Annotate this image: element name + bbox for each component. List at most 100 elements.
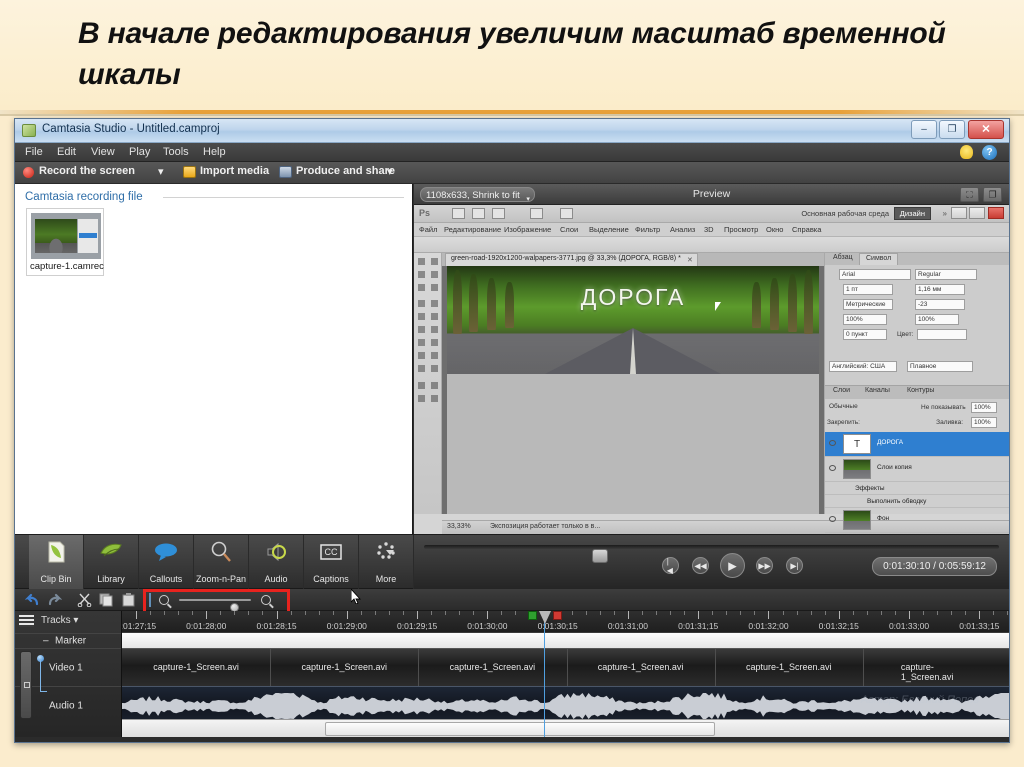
preview-detach-button[interactable]: ❐ <box>983 187 1002 202</box>
ps-bridge-icon[interactable] <box>452 208 465 219</box>
produce-caret-icon[interactable]: ▾ <box>387 165 393 178</box>
vertical-scale-field[interactable]: 100% <box>843 314 887 325</box>
zoom-in-icon[interactable] <box>261 595 271 605</box>
menu-item-view[interactable]: View <box>91 146 115 158</box>
preview-scrubber-track[interactable] <box>424 545 999 563</box>
timeline-clip-label[interactable]: capture-1_Screen.avi <box>301 662 387 672</box>
blur-tool-icon[interactable] <box>415 336 428 349</box>
tracks-dropdown[interactable]: Tracks ▾ <box>41 615 78 626</box>
healing-tool-icon[interactable] <box>415 297 428 310</box>
menu-item-edit[interactable]: Edit <box>57 146 76 158</box>
ps-screenmode-icon[interactable] <box>560 208 573 219</box>
layer-row[interactable]: Слои копия <box>825 457 1009 482</box>
gradient-tool-icon[interactable] <box>428 323 441 336</box>
timeline-clip-label[interactable]: capture-1_Screen.avi <box>450 662 536 672</box>
lightbulb-icon[interactable] <box>960 145 973 159</box>
pen-tool-icon[interactable] <box>415 349 428 362</box>
notes-tool-icon[interactable] <box>428 392 441 405</box>
timeline-clip-label[interactable]: capture-1_Screen.avi <box>153 662 239 672</box>
layer-row[interactable]: T ДОРОГА <box>825 432 1009 457</box>
font-style-field[interactable]: Regular <box>915 269 977 280</box>
eye-icon[interactable] <box>829 465 836 471</box>
marquee-tool-icon[interactable] <box>428 255 441 268</box>
preview-scrubber-thumb[interactable] <box>592 549 608 563</box>
text-color-swatch[interactable] <box>917 329 967 340</box>
tab-character[interactable]: Символ <box>859 253 899 265</box>
ps-maximize-button[interactable] <box>969 207 985 219</box>
shape-tool-icon[interactable] <box>428 362 441 375</box>
redo-icon[interactable] <box>47 593 63 607</box>
antialias-field[interactable]: Плавное <box>907 361 973 372</box>
tab-zoom-n-pan[interactable]: Zoom-n-Pan <box>194 535 249 590</box>
zoom-out-icon[interactable] <box>159 595 169 605</box>
ps-menu-help[interactable]: Справка <box>792 225 821 234</box>
clip-bin-item[interactable]: capture-1.camrec <box>26 208 104 276</box>
leading-field[interactable]: 1,16 мм <box>915 284 965 295</box>
timeline-playhead[interactable] <box>543 611 545 737</box>
font-size-field[interactable]: 1 пт <box>843 284 893 295</box>
ps-menu-layers[interactable]: Слои <box>560 225 578 234</box>
ps-menu-filter[interactable]: Фильтр <box>635 225 660 234</box>
timeline-marker-track[interactable] <box>122 633 1009 648</box>
cut-icon[interactable] <box>77 593 92 608</box>
path-select-tool-icon[interactable] <box>415 362 428 375</box>
maximize-button[interactable]: ❐ <box>939 120 965 139</box>
playhead-triangle-icon[interactable] <box>538 611 551 624</box>
tab-clip-bin[interactable]: Clip Bin <box>29 535 84 590</box>
photoshop-toolbox[interactable] <box>414 253 442 514</box>
ps-mini-bridge-icon[interactable] <box>472 208 485 219</box>
ps-menu-file[interactable]: Файл <box>419 225 437 234</box>
tab-library[interactable]: Library <box>84 535 139 590</box>
ps-workspace-button[interactable]: Дизайн <box>893 207 931 220</box>
timeline-horizontal-scrollbar[interactable] <box>15 719 1009 737</box>
timeline-zoom-track[interactable] <box>179 599 251 612</box>
ps-menu-edit[interactable]: Редактирование <box>444 225 501 234</box>
blend-mode-select[interactable]: Обычные <box>827 402 905 413</box>
timeline-zoom-slider-group[interactable] <box>155 591 275 612</box>
menu-item-help[interactable]: Help <box>203 146 226 158</box>
timeline-scrollbar-thumb[interactable] <box>325 722 715 736</box>
ps-menu-view[interactable]: Просмотр <box>724 225 758 234</box>
brush-tool-icon[interactable] <box>428 297 441 310</box>
font-family-field[interactable]: Arial <box>839 269 911 280</box>
copy-icon[interactable] <box>99 593 114 607</box>
kerning-field[interactable]: Метрические <box>843 299 893 310</box>
lasso-tool-icon[interactable] <box>415 268 428 281</box>
eraser-tool-icon[interactable] <box>415 323 428 336</box>
tab-channels[interactable]: Каналы <box>859 386 896 398</box>
produce-share-button[interactable]: Produce and share <box>296 165 395 177</box>
track-header-marker[interactable]: – Marker <box>15 633 121 648</box>
tab-callouts[interactable]: Callouts <box>139 535 194 590</box>
timeline-clip-label[interactable]: capture-1_Screen.avi <box>598 662 684 672</box>
track-lock-handle[interactable] <box>20 651 32 719</box>
ps-minimize-button[interactable] <box>951 207 967 219</box>
menu-item-play[interactable]: Play <box>129 146 150 158</box>
ps-menu-select[interactable]: Выделение <box>589 225 629 234</box>
record-screen-button[interactable]: Record the screen <box>39 165 135 177</box>
tab-paragraph[interactable]: Абзац <box>827 253 859 265</box>
tab-paths[interactable]: Контуры <box>901 386 940 398</box>
timeline-ruler[interactable]: 0:01:27;15 0:01:28;00 0:01:28;15 0:01:29;00… <box>122 611 1009 633</box>
move-tool-icon[interactable] <box>415 255 428 268</box>
type-tool-icon[interactable] <box>428 349 441 362</box>
ps-chevron-icon[interactable]: » <box>943 209 947 218</box>
ps-menu-window[interactable]: Окно <box>766 225 783 234</box>
timeline-clip-label[interactable]: capture-1_Screen.avi <box>901 662 973 682</box>
playhead-handles[interactable] <box>527 611 562 624</box>
help-icon[interactable]: ? <box>982 145 997 160</box>
ps-menu-analysis[interactable]: Анализ <box>670 225 695 234</box>
rotate-view-tool-icon[interactable] <box>415 379 428 392</box>
hand-tool-icon[interactable] <box>428 379 441 392</box>
dodge-tool-icon[interactable] <box>428 336 441 349</box>
tracking-field[interactable]: -23 <box>915 299 965 310</box>
record-caret-icon[interactable]: ▾ <box>158 165 164 178</box>
layer-effect-row[interactable]: Выполнить обводку <box>825 495 1009 508</box>
zoom-tool-icon[interactable] <box>415 392 428 405</box>
eye-icon[interactable] <box>829 516 836 522</box>
clone-stamp-tool-icon[interactable] <box>415 310 428 323</box>
minimize-button[interactable]: – <box>911 120 937 139</box>
tab-more[interactable]: More <box>359 535 414 590</box>
jump-to-start-button[interactable]: |◀ <box>662 557 679 575</box>
preview-fullscreen-button[interactable]: ⛶ <box>960 187 979 202</box>
eye-icon[interactable] <box>829 440 836 446</box>
